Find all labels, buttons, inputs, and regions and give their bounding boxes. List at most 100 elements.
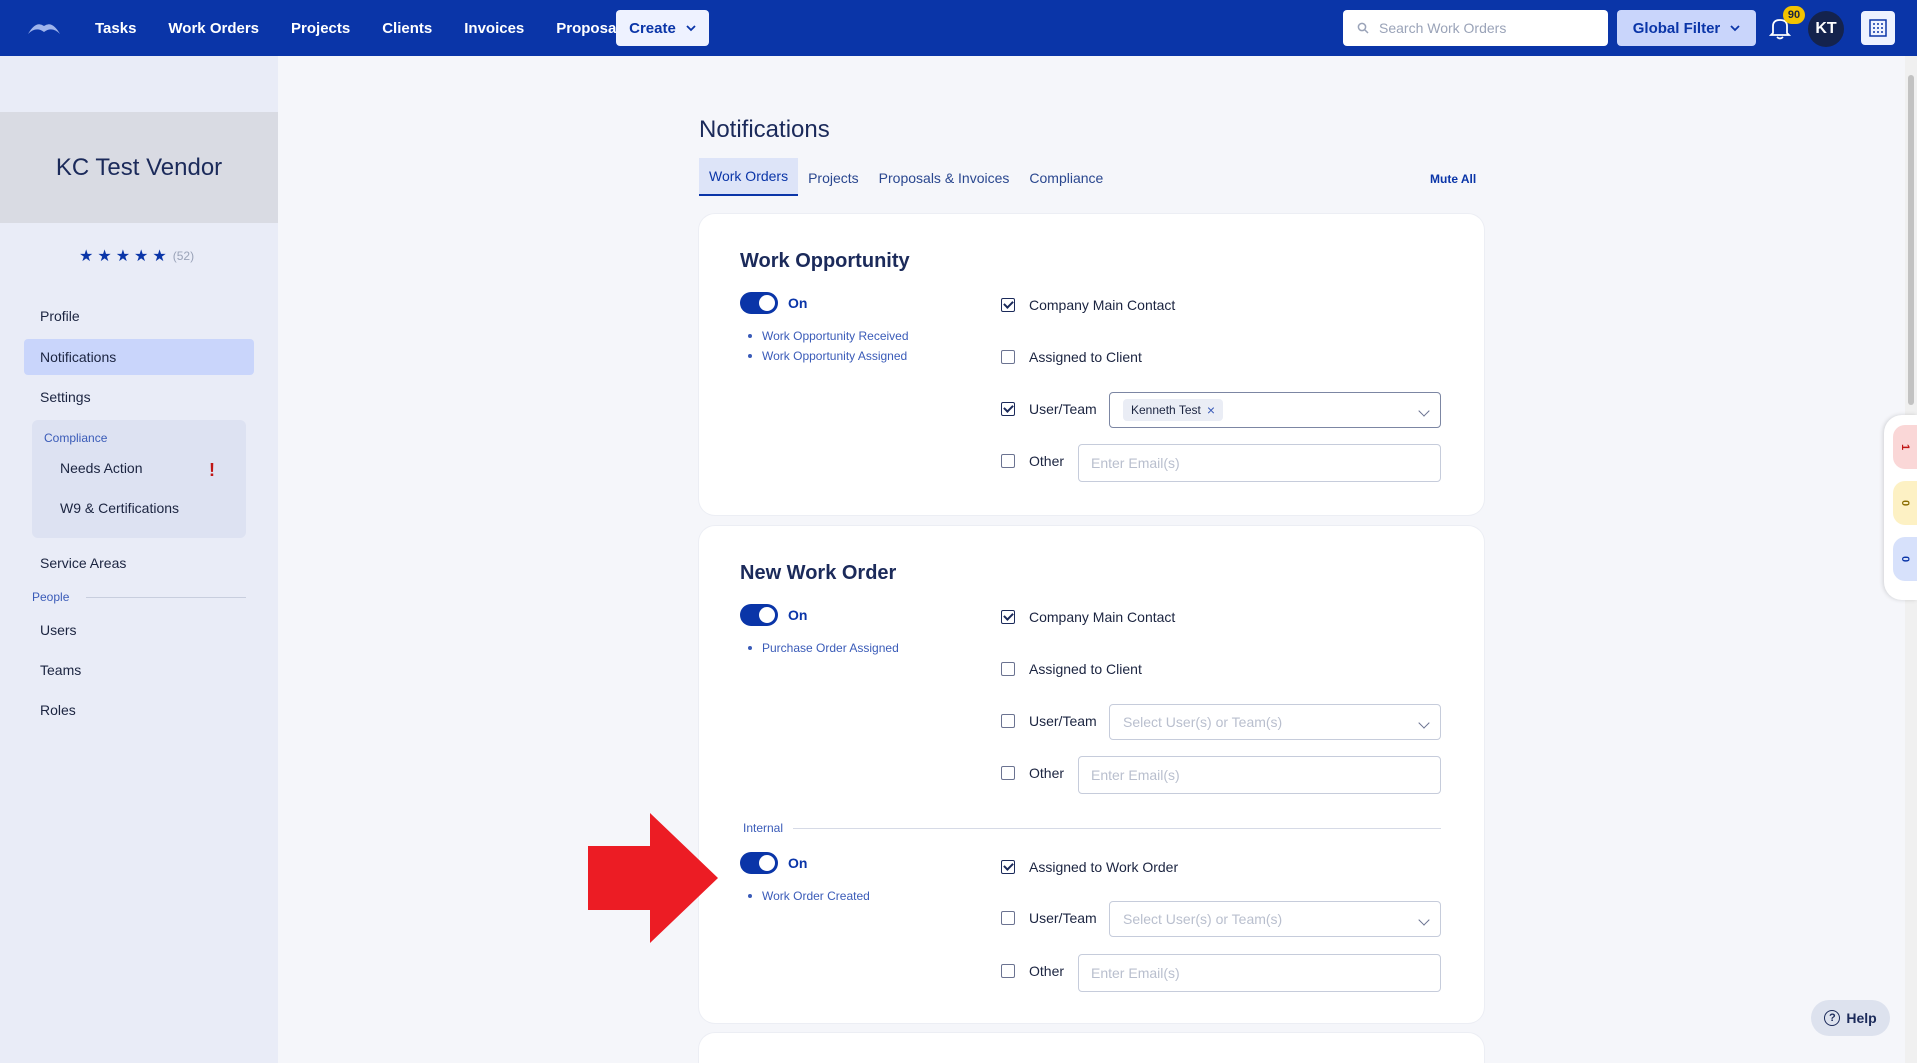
sidebar-item-notifications[interactable]: Notifications bbox=[24, 339, 254, 375]
chevron-down-icon bbox=[1418, 717, 1430, 729]
search-input[interactable] bbox=[1379, 20, 1599, 36]
recipient-row: Assigned to Work Order bbox=[1001, 859, 1178, 875]
internal-user-team-select[interactable]: Select User(s) or Team(s) bbox=[1109, 901, 1441, 937]
rating-count: (52) bbox=[172, 249, 195, 263]
vendor-name-panel: KC Test Vendor bbox=[0, 112, 278, 223]
checkbox-label: Company Main Contact bbox=[1029, 609, 1176, 625]
checkbox-label: Assigned to Work Order bbox=[1029, 859, 1179, 875]
page-title: Notifications bbox=[699, 116, 830, 143]
checkbox-label: User/Team bbox=[1029, 401, 1097, 417]
checkbox-label: Other bbox=[1029, 963, 1065, 979]
status-pill-yellow[interactable]: 0 bbox=[1893, 481, 1917, 525]
nav-link-projects[interactable]: Projects bbox=[291, 20, 350, 37]
internal-other-checkbox[interactable] bbox=[1001, 964, 1015, 978]
assigned-to-client-checkbox[interactable] bbox=[1001, 350, 1015, 364]
sidebar-item-roles[interactable]: Roles bbox=[24, 692, 254, 728]
internal-user-team-checkbox[interactable] bbox=[1001, 911, 1015, 925]
user-team-checkbox[interactable] bbox=[1001, 402, 1015, 416]
event-item: Work Opportunity Received bbox=[748, 329, 909, 343]
user-team-select[interactable]: Select User(s) or Team(s) bbox=[1109, 704, 1441, 740]
recipient-row: Assigned to Client bbox=[1001, 661, 1142, 677]
user-team-select[interactable]: Kenneth Test × bbox=[1109, 392, 1441, 428]
sidebar-item-needs-action[interactable]: Needs Action bbox=[60, 460, 143, 476]
avatar[interactable]: KT bbox=[1808, 11, 1844, 47]
email-field[interactable] bbox=[1078, 756, 1441, 794]
chevron-down-icon bbox=[1730, 24, 1740, 31]
create-button[interactable]: Create bbox=[616, 10, 709, 46]
assigned-to-work-order-checkbox[interactable] bbox=[1001, 860, 1015, 874]
checkbox-label: User/Team bbox=[1029, 713, 1097, 729]
help-button[interactable]: ? Help bbox=[1811, 1000, 1890, 1036]
chevron-down-icon bbox=[1418, 405, 1430, 417]
select-placeholder: Select User(s) or Team(s) bbox=[1123, 911, 1283, 927]
checkbox-label: Assigned to Client bbox=[1029, 349, 1142, 365]
global-filter-button[interactable]: Global Filter bbox=[1617, 10, 1756, 46]
building-button[interactable] bbox=[1861, 11, 1895, 45]
select-placeholder: Select User(s) or Team(s) bbox=[1123, 714, 1283, 730]
building-icon bbox=[1869, 19, 1887, 37]
search-box bbox=[1343, 10, 1608, 46]
star-icon: ★ bbox=[134, 248, 149, 265]
recipient-row: Other bbox=[1001, 453, 1064, 469]
tab-proposals-invoices[interactable]: Proposals & Invoices bbox=[869, 170, 1020, 196]
sidebar-item-settings[interactable]: Settings bbox=[24, 379, 254, 415]
create-button-label: Create bbox=[629, 19, 676, 37]
help-icon: ? bbox=[1824, 1010, 1841, 1026]
event-item: Work Opportunity Assigned bbox=[748, 349, 907, 363]
card-title: New Work Order bbox=[740, 562, 897, 584]
recipient-row: Assigned to Client bbox=[1001, 349, 1142, 365]
nav-link-clients[interactable]: Clients bbox=[382, 20, 432, 37]
tab-compliance[interactable]: Compliance bbox=[1019, 170, 1113, 196]
toggle-label: On bbox=[788, 855, 808, 871]
nav-link-invoices[interactable]: Invoices bbox=[464, 20, 524, 37]
user-team-checkbox[interactable] bbox=[1001, 714, 1015, 728]
recipient-row: Company Main Contact bbox=[1001, 609, 1175, 625]
checkbox-label: User/Team bbox=[1029, 910, 1097, 926]
app-logo-icon[interactable] bbox=[26, 18, 62, 38]
status-pill-red[interactable]: 1 bbox=[1893, 425, 1917, 469]
tab-projects[interactable]: Projects bbox=[798, 170, 869, 196]
recipient-row: User/Team bbox=[1001, 401, 1097, 417]
checkbox-label: Assigned to Client bbox=[1029, 661, 1142, 677]
warning-icon: ! bbox=[209, 460, 215, 480]
search-icon bbox=[1357, 22, 1369, 34]
nav-link-tasks[interactable]: Tasks bbox=[95, 20, 136, 37]
email-field[interactable] bbox=[1078, 954, 1441, 992]
company-main-contact-checkbox[interactable] bbox=[1001, 298, 1015, 312]
email-field[interactable] bbox=[1078, 444, 1441, 482]
vendor-name: KC Test Vendor bbox=[55, 153, 223, 181]
checkbox-label: Company Main Contact bbox=[1029, 297, 1176, 313]
event-item: Work Order Created bbox=[748, 889, 870, 903]
star-icon: ★ bbox=[115, 248, 131, 265]
status-pill-blue[interactable]: 0 bbox=[1893, 537, 1917, 581]
top-nav: Tasks Work Orders Projects Clients Invoi… bbox=[0, 0, 1917, 56]
global-filter-label: Global Filter bbox=[1632, 19, 1721, 37]
compliance-label: Compliance bbox=[44, 431, 108, 445]
new-work-order-toggle[interactable] bbox=[740, 604, 778, 626]
help-label: Help bbox=[1846, 1010, 1877, 1026]
star-icon: ★ bbox=[79, 248, 94, 265]
notification-count-badge: 90 bbox=[1783, 6, 1805, 24]
toggle-label: On bbox=[788, 295, 808, 311]
next-card bbox=[699, 1033, 1484, 1063]
close-icon[interactable]: × bbox=[1207, 402, 1215, 418]
other-checkbox[interactable] bbox=[1001, 766, 1015, 780]
sidebar-item-teams[interactable]: Teams bbox=[24, 652, 254, 688]
tab-work-orders[interactable]: Work Orders bbox=[699, 158, 799, 196]
chevron-down-icon bbox=[686, 24, 696, 31]
sidebar-item-profile[interactable]: Profile bbox=[24, 298, 254, 334]
nav-link-work-orders[interactable]: Work Orders bbox=[168, 20, 259, 37]
sidebar-item-w9-certifications[interactable]: W9 & Certifications bbox=[60, 500, 179, 516]
recipient-row: Other bbox=[1001, 765, 1064, 781]
internal-toggle[interactable] bbox=[740, 852, 778, 874]
mute-all-button[interactable]: Mute All bbox=[1430, 172, 1476, 186]
sidebar-item-users[interactable]: Users bbox=[24, 612, 254, 648]
other-checkbox[interactable] bbox=[1001, 454, 1015, 468]
scrollbar-thumb[interactable] bbox=[1908, 75, 1914, 405]
work-opportunity-toggle[interactable] bbox=[740, 292, 778, 314]
assigned-to-client-checkbox[interactable] bbox=[1001, 662, 1015, 676]
internal-label: Internal bbox=[743, 821, 784, 835]
chip-label: Kenneth Test bbox=[1131, 403, 1201, 417]
company-main-contact-checkbox[interactable] bbox=[1001, 610, 1015, 624]
sidebar-item-service-areas[interactable]: Service Areas bbox=[24, 545, 254, 581]
